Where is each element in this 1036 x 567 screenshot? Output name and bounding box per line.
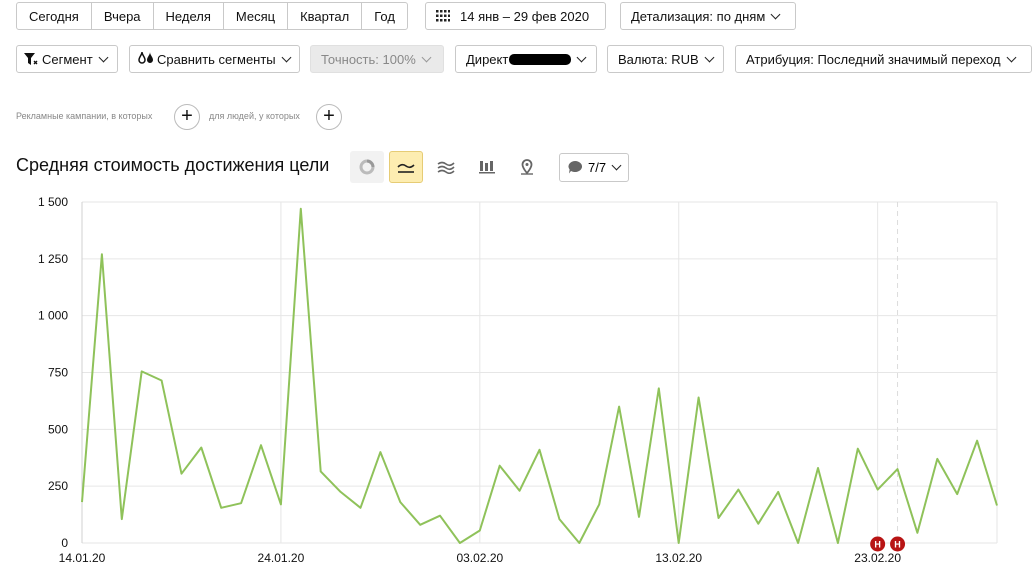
calendar-icon <box>436 10 450 22</box>
holiday-marker-label: Н <box>894 540 901 550</box>
holiday-marker-label: Н <box>874 540 881 550</box>
segment-dropdown[interactable]: Сегмент <box>16 45 118 73</box>
detail-label: Детализация: по дням <box>631 8 766 24</box>
line-view-button[interactable] <box>389 151 423 183</box>
chevron-down-icon <box>704 52 715 62</box>
report-title: Средняя стоимость достижения цели <box>16 155 330 175</box>
campaigns-hint: Рекламные кампании, в которых <box>16 111 153 121</box>
period-week[interactable]: Неделя <box>154 3 224 29</box>
annotations-dropdown[interactable]: 7/7 <box>559 153 630 182</box>
compare-segments-label: Сравнить сегменты <box>157 51 276 67</box>
chevron-down-icon <box>421 52 432 62</box>
chevron-down-icon <box>98 52 109 62</box>
chevron-down-icon <box>770 9 781 19</box>
holiday-marker[interactable]: Н <box>890 536 906 552</box>
line-chart-icon <box>397 163 415 173</box>
stacked-area-icon <box>437 161 455 174</box>
y-tick-label: 1 250 <box>38 252 68 266</box>
bar-chart-icon <box>479 161 495 174</box>
redacted-mark <box>509 53 572 65</box>
chevron-down-icon <box>576 52 587 62</box>
period-switch: Сегодня Вчера Неделя Месяц Квартал Год <box>16 2 408 30</box>
y-tick-label: 750 <box>48 366 68 380</box>
add-people-condition-button[interactable]: + <box>316 104 342 130</box>
x-tick-label: 23.02.20 <box>854 551 901 565</box>
holiday-marker[interactable]: Н <box>870 536 886 552</box>
period-month[interactable]: Месяц <box>224 3 289 29</box>
pie-chart-icon <box>359 159 375 175</box>
map-pin-icon <box>521 159 533 175</box>
y-tick-label: 0 <box>61 536 68 550</box>
date-range-button[interactable]: 14 янв – 29 фев 2020 <box>425 2 606 30</box>
y-tick-label: 250 <box>48 479 68 493</box>
compare-drops-icon <box>138 52 153 64</box>
people-hint: для людей, у которых <box>209 111 300 121</box>
line-chart: 0 250 500 750 1 000 1 250 1 500 14.01.20 24.01.… <box>38 195 998 565</box>
compare-segments-dropdown[interactable]: Сравнить сегменты <box>129 45 300 73</box>
accuracy-dropdown[interactable]: Точность: 100% <box>310 45 444 73</box>
add-campaign-condition-button[interactable]: + <box>174 104 200 130</box>
period-quarter[interactable]: Квартал <box>288 3 363 29</box>
comment-icon <box>568 161 582 174</box>
period-year[interactable]: Год <box>362 3 407 29</box>
attribution-label: Атрибуция: Последний значимый переход <box>746 51 1001 67</box>
accuracy-label: Точность: 100% <box>321 51 416 67</box>
segment-label: Сегмент <box>42 51 93 67</box>
annotations-count: 7/7 <box>588 160 607 175</box>
y-tick-label: 1 000 <box>38 309 68 323</box>
chevron-down-icon <box>281 52 292 62</box>
period-yesterday[interactable]: Вчера <box>92 3 154 29</box>
y-tick-label: 1 500 <box>38 195 68 209</box>
direct-dropdown[interactable]: Директ <box>455 45 597 73</box>
bar-view-button[interactable] <box>470 151 504 183</box>
currency-dropdown[interactable]: Валюта: RUB <box>607 45 724 73</box>
attribution-dropdown[interactable]: Атрибуция: Последний значимый переход <box>735 45 1032 73</box>
series-line <box>81 207 998 544</box>
chevron-down-icon <box>1006 52 1017 62</box>
direct-label: Директ <box>466 51 509 67</box>
x-tick-label: 03.02.20 <box>456 551 503 565</box>
map-view-button[interactable] <box>510 151 544 183</box>
pie-view-button[interactable] <box>350 151 384 183</box>
chevron-down-icon <box>611 160 622 171</box>
date-range-label: 14 янв – 29 фев 2020 <box>460 8 590 24</box>
funnel-icon <box>24 52 38 65</box>
period-today[interactable]: Сегодня <box>17 3 92 29</box>
x-tick-label: 24.01.20 <box>258 551 305 565</box>
detail-dropdown[interactable]: Детализация: по дням <box>620 2 796 30</box>
y-tick-label: 500 <box>48 422 68 436</box>
currency-label: Валюта: RUB <box>618 51 699 67</box>
area-view-button[interactable] <box>429 151 463 183</box>
x-tick-label: 13.02.20 <box>655 551 702 565</box>
x-tick-label: 14.01.20 <box>59 551 106 565</box>
